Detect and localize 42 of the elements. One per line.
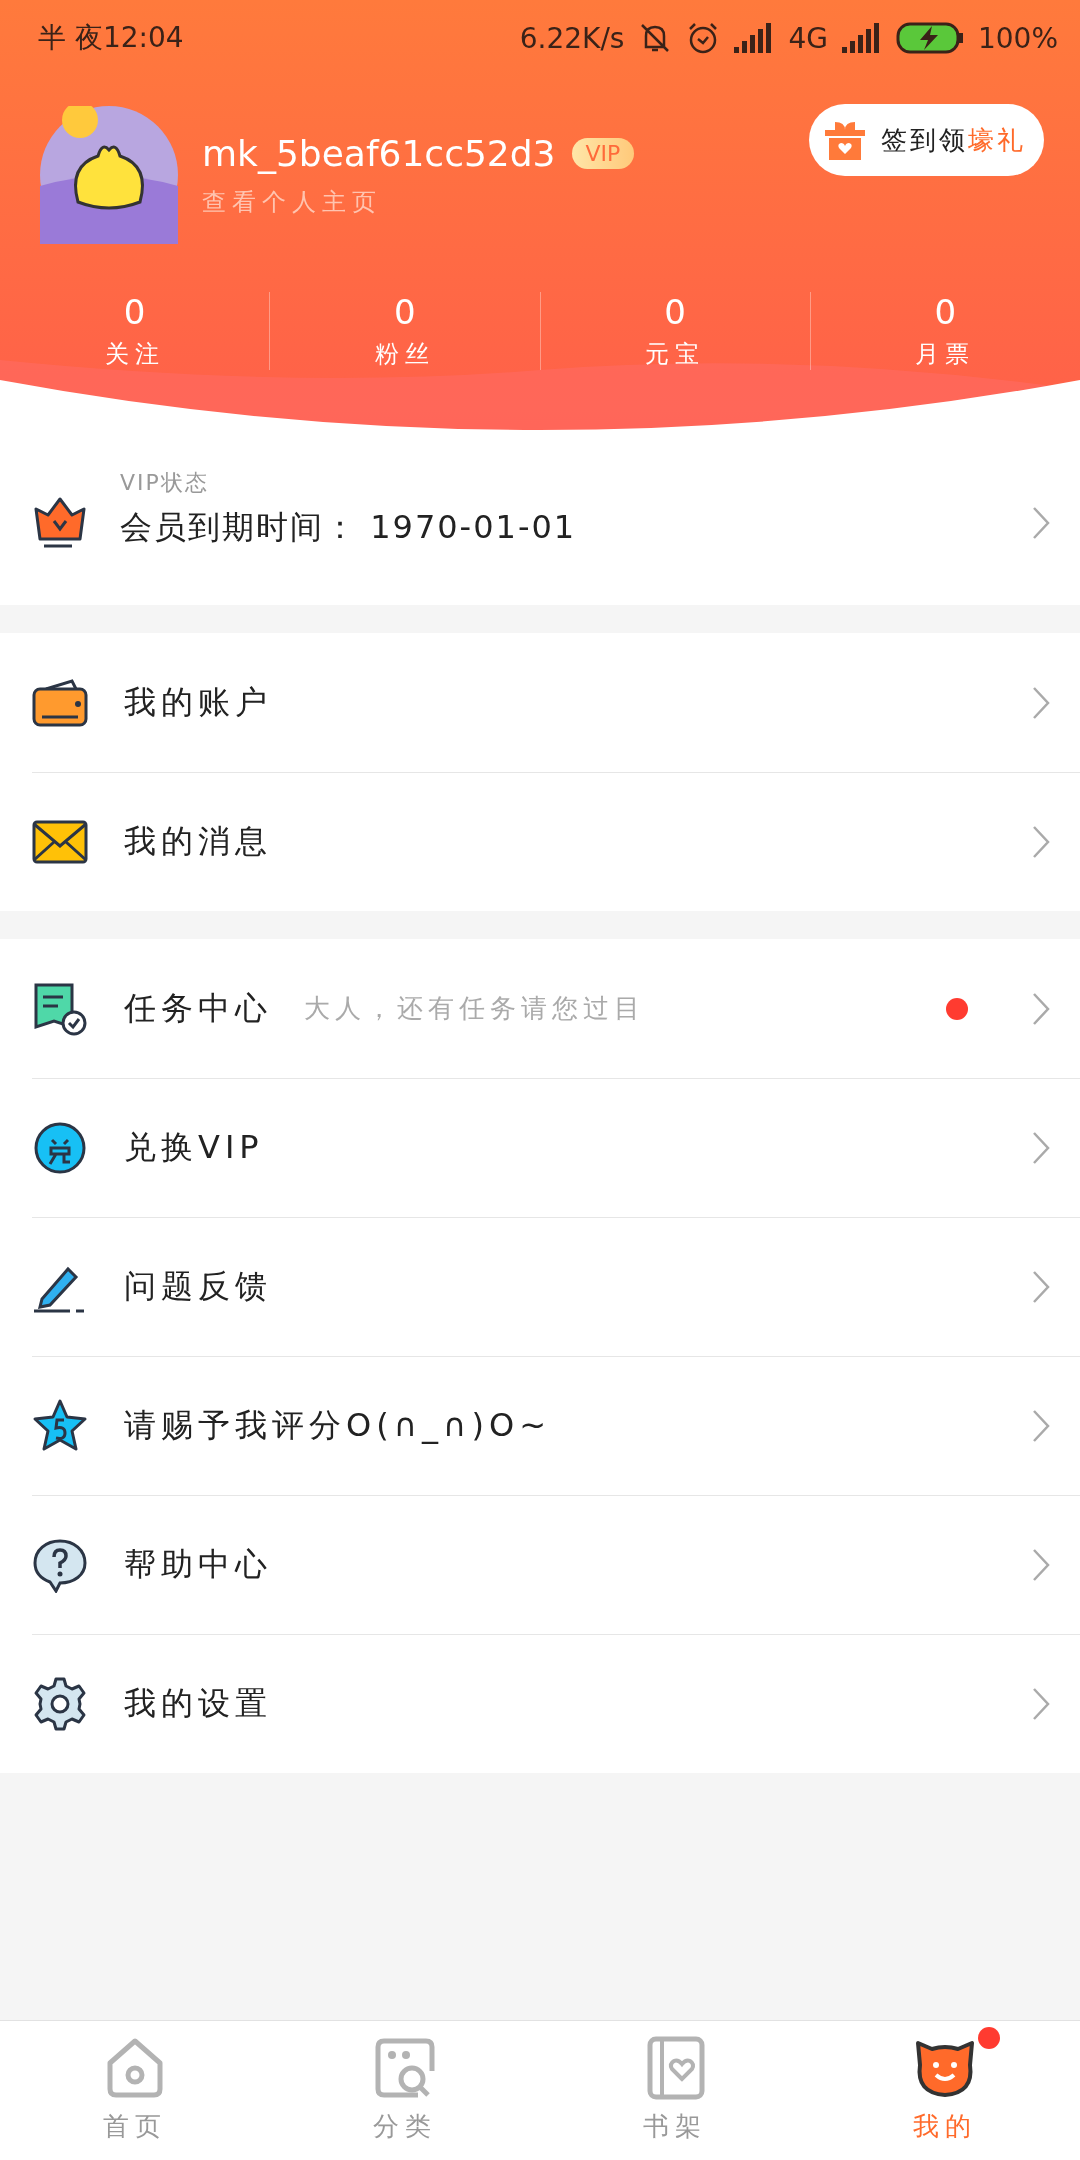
menu-row[interactable]: 帮助中心 — [0, 1495, 1080, 1634]
menu-hint: 大人，还有任务请您过目 — [304, 992, 645, 1025]
chevron-right-icon — [1032, 1269, 1050, 1304]
menu-label: 兑换VIP — [124, 1126, 264, 1168]
checkin-button[interactable]: 签到领壕礼 — [809, 104, 1044, 176]
chevron-right-icon — [1032, 824, 1050, 859]
chevron-right-icon — [1032, 505, 1050, 540]
chevron-right-icon — [1032, 1547, 1050, 1582]
signal-icon — [841, 23, 882, 53]
menu-label: 我的设置 — [124, 1682, 272, 1724]
stat-value: 0 — [664, 292, 686, 332]
menu-row[interactable]: 问题反馈 — [0, 1217, 1080, 1356]
menu-row[interactable]: 我的消息 — [0, 772, 1080, 911]
battery-percent: 100% — [977, 21, 1058, 55]
chevron-right-icon — [1032, 1130, 1050, 1165]
battery-charging-icon — [895, 22, 964, 54]
menu-row[interactable]: 任务中心 大人，还有任务请您过目 — [0, 939, 1080, 1078]
settings-icon — [32, 1675, 88, 1732]
chevron-right-icon — [1032, 1686, 1050, 1721]
network-speed: 6.22K/s — [519, 21, 625, 55]
stat-value: 0 — [123, 292, 146, 332]
menu-row[interactable]: 我的账户 — [0, 633, 1080, 772]
menu-row[interactable]: 我的设置 — [0, 1634, 1080, 1773]
vip-expiry-text: 会员到期时间： 1970-01-01 — [120, 506, 578, 548]
chevron-right-icon — [1032, 685, 1050, 720]
username: mk_5beaf61cc52d3 — [202, 132, 556, 174]
menu-label: 我的消息 — [124, 820, 272, 862]
chevron-right-icon — [1032, 991, 1050, 1026]
menu-label: 任务中心 — [124, 987, 272, 1029]
network-type: 4G — [788, 21, 828, 55]
menu-label: 我的账户 — [124, 681, 272, 723]
vip-status-label: VIP状态 — [120, 468, 210, 497]
status-time: 半 夜12:04 — [38, 20, 185, 56]
menu-label: 问题反馈 — [124, 1265, 272, 1307]
menu-row[interactable]: 请赐予我评分O(∩_∩)O~ — [0, 1356, 1080, 1495]
vip-badge: VIP — [571, 137, 635, 169]
menu-label: 帮助中心 — [124, 1543, 272, 1585]
chevron-right-icon — [1032, 1408, 1050, 1443]
menu-row[interactable]: 兑换VIP — [0, 1078, 1080, 1217]
stat-value: 0 — [934, 292, 957, 332]
menu-label: 请赐予我评分O(∩_∩)O~ — [124, 1404, 551, 1446]
stat-value: 0 — [394, 292, 416, 332]
